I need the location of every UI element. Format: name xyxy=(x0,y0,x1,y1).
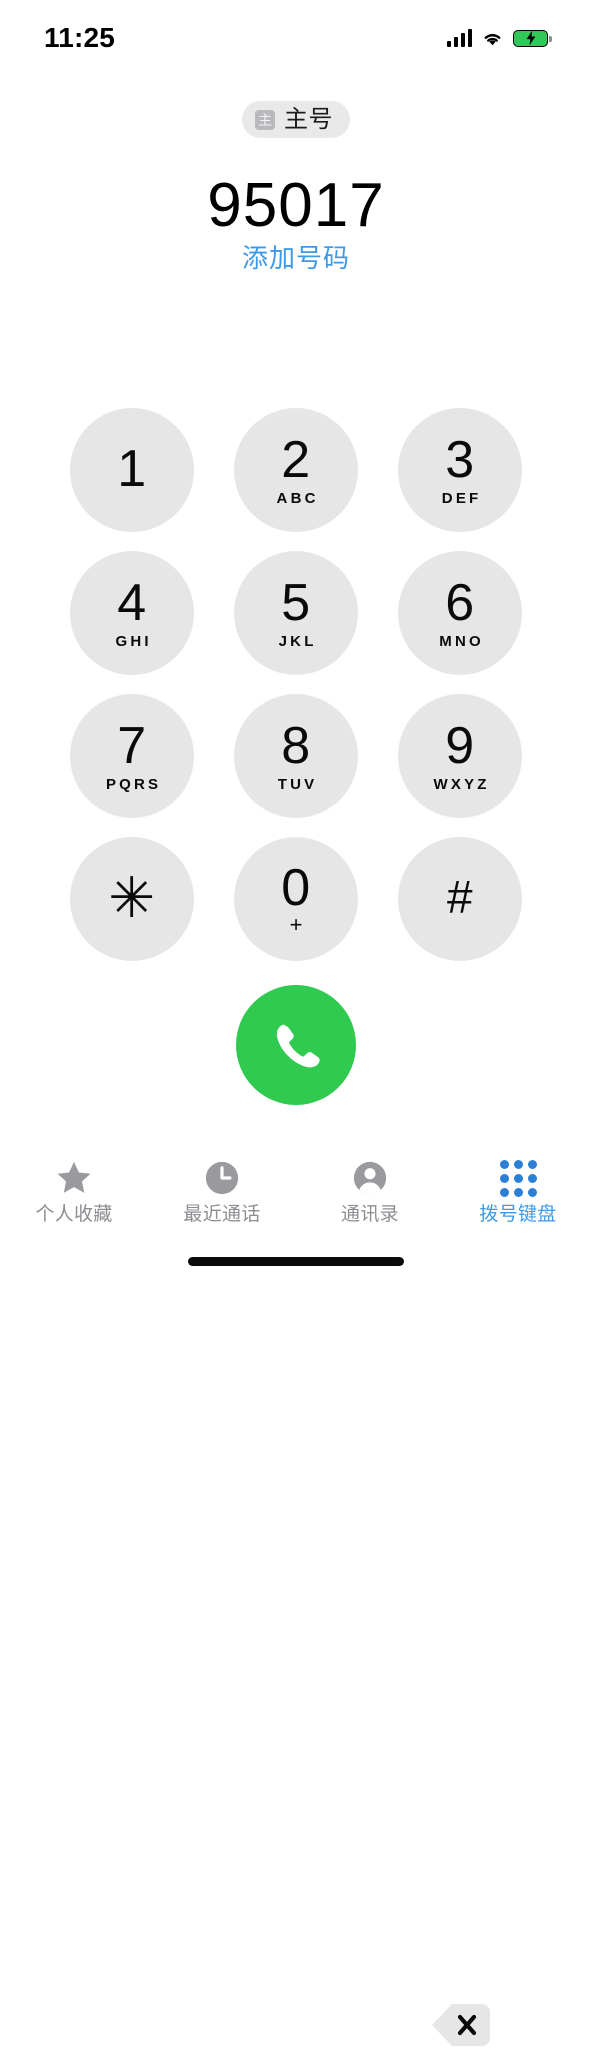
tab-favorites[interactable]: 个人收藏 xyxy=(0,1158,148,1224)
phone-handset-icon xyxy=(276,1024,320,1068)
key-6[interactable]: 6 MNO xyxy=(398,551,522,675)
key-2[interactable]: 2 ABC xyxy=(234,408,358,532)
star-icon xyxy=(55,1158,93,1198)
dialed-number: 95017 xyxy=(207,171,385,240)
tab-label: 个人收藏 xyxy=(35,1204,113,1225)
sim-line-badge[interactable]: 主 主号 xyxy=(242,101,350,138)
key-1[interactable]: 1 xyxy=(70,408,194,532)
key-letters: PQRS xyxy=(105,776,162,793)
cellular-signal-icon xyxy=(446,29,472,47)
key-8[interactable]: 8 TUV xyxy=(234,694,358,818)
key-digit: 5 xyxy=(281,574,311,632)
key-3[interactable]: 3 DEF xyxy=(398,408,522,532)
key-0[interactable]: 0 + xyxy=(234,837,358,961)
dialpad: 1 2 ABC 3 DEF 4 GHI 5 JKL 6 MNO 7 PQRS 8… xyxy=(70,408,522,961)
add-number-link[interactable]: 添加号码 xyxy=(0,243,592,274)
backspace-delete-button[interactable] xyxy=(430,2002,492,2048)
person-circle-icon xyxy=(351,1158,389,1198)
key-letters: ABC xyxy=(276,490,319,507)
sim-card-icon: 主 xyxy=(255,109,275,130)
key-letters: TUV xyxy=(277,776,318,793)
key-digit: 8 xyxy=(281,717,311,775)
key-letters: + xyxy=(289,912,303,937)
key-digit: 0 xyxy=(281,859,311,917)
call-button[interactable] xyxy=(236,985,356,1105)
key-9[interactable]: 9 WXYZ xyxy=(398,694,522,818)
key-letters: DEF xyxy=(441,490,482,507)
tab-keypad[interactable]: 拨号键盘 xyxy=(444,1158,592,1224)
key-digit: 4 xyxy=(117,574,147,632)
key-4[interactable]: 4 GHI xyxy=(70,551,194,675)
key-7[interactable]: 7 PQRS xyxy=(70,694,194,818)
key-digit: ✳ xyxy=(108,865,156,929)
status-bar: 11:25 xyxy=(0,0,592,72)
key-5[interactable]: 5 JKL xyxy=(234,551,358,675)
key-digit: 9 xyxy=(445,717,475,775)
key-digit: 7 xyxy=(117,717,147,775)
key-digit: 1 xyxy=(117,439,147,498)
key-digit: 2 xyxy=(281,431,311,489)
key-digit: 3 xyxy=(445,431,475,489)
tab-bar: 个人收藏 最近通话 通讯录 拨号键盘 xyxy=(0,1150,592,1242)
wifi-icon xyxy=(484,33,501,45)
tab-label: 最近通话 xyxy=(183,1204,261,1225)
status-indicators xyxy=(446,25,552,47)
tab-contacts[interactable]: 通讯录 xyxy=(296,1158,444,1224)
key-hash[interactable]: # xyxy=(398,837,522,961)
key-letters: MNO xyxy=(439,633,484,650)
key-letters: WXYZ xyxy=(433,776,490,793)
home-indicator xyxy=(188,1257,404,1266)
key-digit: 6 xyxy=(445,574,475,632)
key-star[interactable]: ✳ xyxy=(70,837,194,961)
sim-line-label: 主号 xyxy=(284,105,333,133)
tab-recents[interactable]: 最近通话 xyxy=(148,1158,296,1224)
call-action-row xyxy=(0,985,592,2046)
tab-label: 拨号键盘 xyxy=(479,1204,557,1225)
key-letters: JKL xyxy=(278,633,317,650)
keypad-grid-icon xyxy=(499,1158,537,1198)
clock-icon xyxy=(203,1158,241,1198)
tab-label: 通讯录 xyxy=(341,1204,399,1225)
status-time: 11:25 xyxy=(44,22,116,53)
key-letters: GHI xyxy=(115,633,152,650)
battery-charging-icon xyxy=(513,29,552,47)
key-digit: # xyxy=(446,871,474,924)
